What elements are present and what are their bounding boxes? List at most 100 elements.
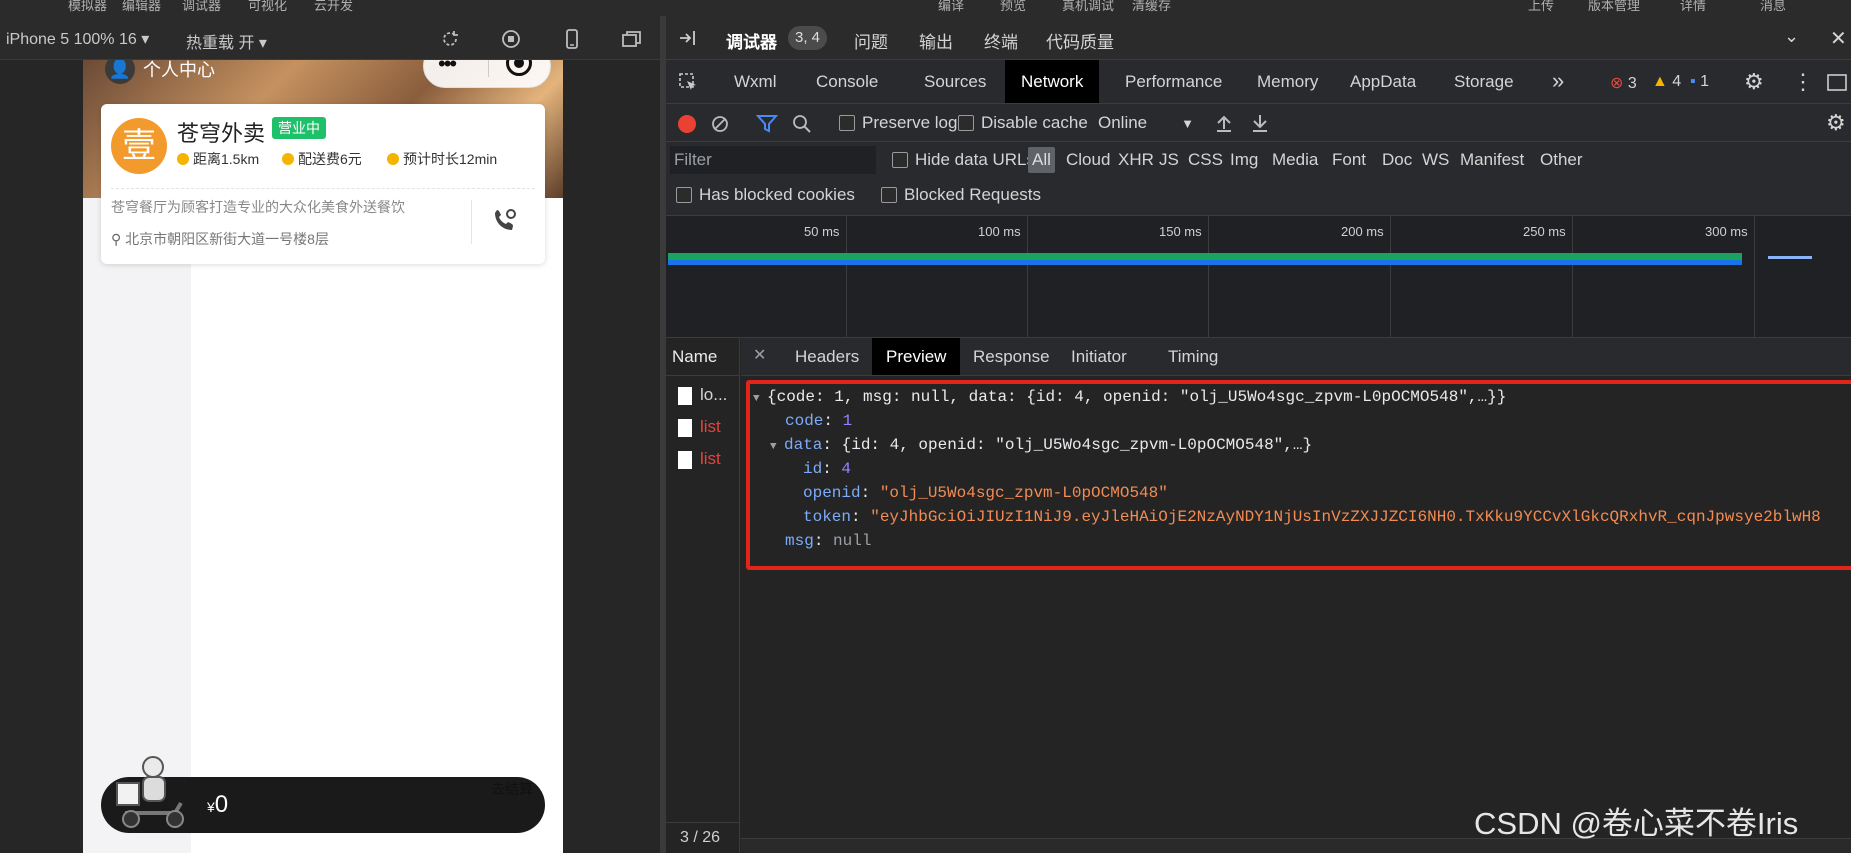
- timeline-gridline: [1754, 216, 1755, 337]
- dropdown-arrow-icon: ▼: [1181, 116, 1195, 131]
- call-phone-icon[interactable]: [491, 206, 519, 234]
- tab-debugger[interactable]: 调试器: [726, 28, 777, 53]
- import-har-icon[interactable]: [1214, 113, 1234, 133]
- menu-upload[interactable]: 上传: [1528, 0, 1554, 14]
- record-icon[interactable]: [678, 115, 696, 133]
- request-row[interactable]: lo...: [666, 380, 740, 412]
- type-filter-media[interactable]: Media: [1272, 150, 1318, 170]
- menu-cloud[interactable]: 云开发: [314, 0, 353, 14]
- type-filter-manifest[interactable]: Manifest: [1460, 150, 1524, 170]
- type-filter-img[interactable]: Img: [1230, 150, 1258, 170]
- dock-window-icon[interactable]: [1826, 72, 1848, 92]
- tab-network[interactable]: Network: [1005, 60, 1100, 103]
- dock-side-icon[interactable]: [678, 28, 698, 48]
- type-filter-other[interactable]: Other: [1540, 150, 1583, 170]
- chevron-down-icon[interactable]: ⌄: [1784, 26, 1799, 47]
- type-filter-ws[interactable]: WS: [1422, 150, 1449, 170]
- more-tabs-icon[interactable]: »: [1552, 68, 1564, 94]
- network-settings-icon[interactable]: ⚙: [1826, 110, 1846, 136]
- filter-funnel-icon[interactable]: [756, 114, 778, 134]
- stop-icon[interactable]: [501, 29, 521, 49]
- detach-window-icon[interactable]: [622, 29, 642, 49]
- document-icon: [678, 387, 692, 405]
- menu-version[interactable]: 版本管理: [1588, 0, 1640, 14]
- has-blocked-cookies-checkbox[interactable]: [676, 187, 692, 203]
- shop-info-card: 壹 苍穹外卖 营业中 距离1.5km 配送费6元 预计时长12min 苍穹餐厅为…: [101, 104, 545, 264]
- document-icon: [678, 451, 692, 469]
- kebab-menu-icon[interactable]: ⋮: [1792, 69, 1814, 95]
- hot-reload-select[interactable]: 热重载 开 ▾: [186, 29, 267, 53]
- warning-counter[interactable]: ▲ 4: [1652, 73, 1681, 91]
- shopping-cart-bar[interactable]: ¥0 去结算: [101, 756, 545, 833]
- more-dots-icon[interactable]: •••: [438, 60, 457, 77]
- tab-code-quality[interactable]: 代码质量: [1046, 28, 1114, 53]
- menu-preview[interactable]: 预览: [1000, 0, 1026, 14]
- inspect-element-icon[interactable]: [678, 72, 698, 92]
- filter-input[interactable]: Filter: [670, 146, 876, 174]
- menu-editor[interactable]: 编辑器: [122, 0, 161, 14]
- network-overview-timeline[interactable]: [666, 216, 1851, 338]
- capsule-divider: [488, 60, 489, 77]
- tab-terminal[interactable]: 终端: [984, 28, 1018, 53]
- tab-sources[interactable]: Sources: [910, 60, 1000, 103]
- timeline-tick-label: 300 ms: [1705, 224, 1748, 239]
- close-target-icon[interactable]: [506, 60, 532, 76]
- tab-timing[interactable]: Timing: [1156, 338, 1230, 375]
- tab-preview[interactable]: Preview: [872, 338, 961, 375]
- menu-messages[interactable]: 消息: [1760, 0, 1786, 14]
- clear-icon[interactable]: [710, 114, 730, 134]
- export-har-icon[interactable]: [1250, 113, 1270, 133]
- filter-placeholder: Filter: [674, 150, 712, 169]
- delivery-fee-info: 配送费6元: [282, 149, 362, 169]
- tab-headers[interactable]: Headers: [783, 338, 871, 375]
- search-icon[interactable]: [792, 114, 812, 134]
- info-message-icon: ▪: [1690, 73, 1696, 90]
- mini-program-capsule[interactable]: •••: [423, 60, 551, 88]
- type-filter-font[interactable]: Font: [1332, 150, 1366, 170]
- type-filter-xhr[interactable]: XHR: [1118, 150, 1154, 170]
- tab-console[interactable]: Console: [802, 60, 892, 103]
- tab-memory[interactable]: Memory: [1243, 60, 1332, 103]
- timeline-tick-label: 250 ms: [1523, 224, 1566, 239]
- menu-visual[interactable]: 可视化: [248, 0, 287, 14]
- settings-gear-icon[interactable]: ⚙: [1744, 69, 1764, 95]
- type-filter-all[interactable]: All: [1028, 147, 1055, 173]
- blocked-requests-checkbox[interactable]: [881, 187, 897, 203]
- tab-appdata[interactable]: AppData: [1336, 60, 1430, 103]
- refresh-icon[interactable]: [440, 29, 460, 49]
- hide-data-urls-checkbox[interactable]: [892, 152, 908, 168]
- disable-cache-checkbox[interactable]: [958, 115, 974, 131]
- menu-compile[interactable]: 编译: [938, 0, 964, 14]
- type-filter-cloud[interactable]: Cloud: [1066, 150, 1110, 170]
- device-select[interactable]: iPhone 5 100% 16 ▾: [6, 29, 149, 49]
- tab-initiator[interactable]: Initiator: [1059, 338, 1139, 375]
- type-filter-css[interactable]: CSS: [1188, 150, 1223, 170]
- tab-output[interactable]: 输出: [919, 28, 953, 53]
- timeline-gridline: [1572, 216, 1573, 337]
- menu-real-debug[interactable]: 真机调试: [1062, 0, 1114, 14]
- close-detail-icon[interactable]: ✕: [753, 345, 766, 365]
- tab-response[interactable]: Response: [961, 338, 1062, 375]
- phone-icon[interactable]: [562, 29, 582, 49]
- name-column-header[interactable]: Name: [666, 338, 740, 376]
- info-counter[interactable]: ▪ 1: [1690, 73, 1709, 91]
- menu-debugger[interactable]: 调试器: [182, 0, 221, 14]
- menu-clear-cache[interactable]: 清缓存: [1132, 0, 1171, 14]
- preserve-log-checkbox[interactable]: [839, 115, 855, 131]
- menu-details[interactable]: 详情: [1680, 0, 1706, 14]
- person-center-button[interactable]: 👤 个人中心: [105, 60, 225, 88]
- request-row[interactable]: list: [666, 412, 740, 444]
- tab-storage[interactable]: Storage: [1440, 60, 1528, 103]
- tab-wxml[interactable]: Wxml: [720, 60, 790, 103]
- type-filter-doc[interactable]: Doc: [1382, 150, 1412, 170]
- close-icon[interactable]: ✕: [1830, 26, 1847, 51]
- throttling-select[interactable]: Online ▼: [1098, 113, 1194, 133]
- request-row[interactable]: list: [666, 444, 740, 476]
- type-filter-js[interactable]: JS: [1159, 150, 1179, 170]
- checkout-button[interactable]: 去结算: [491, 779, 533, 799]
- error-counter[interactable]: ⊗ 3: [1610, 73, 1637, 93]
- tab-issues[interactable]: 问题: [854, 28, 888, 53]
- document-icon: [678, 419, 692, 437]
- tab-performance[interactable]: Performance: [1111, 60, 1236, 103]
- menu-simulator[interactable]: 模拟器: [68, 0, 107, 14]
